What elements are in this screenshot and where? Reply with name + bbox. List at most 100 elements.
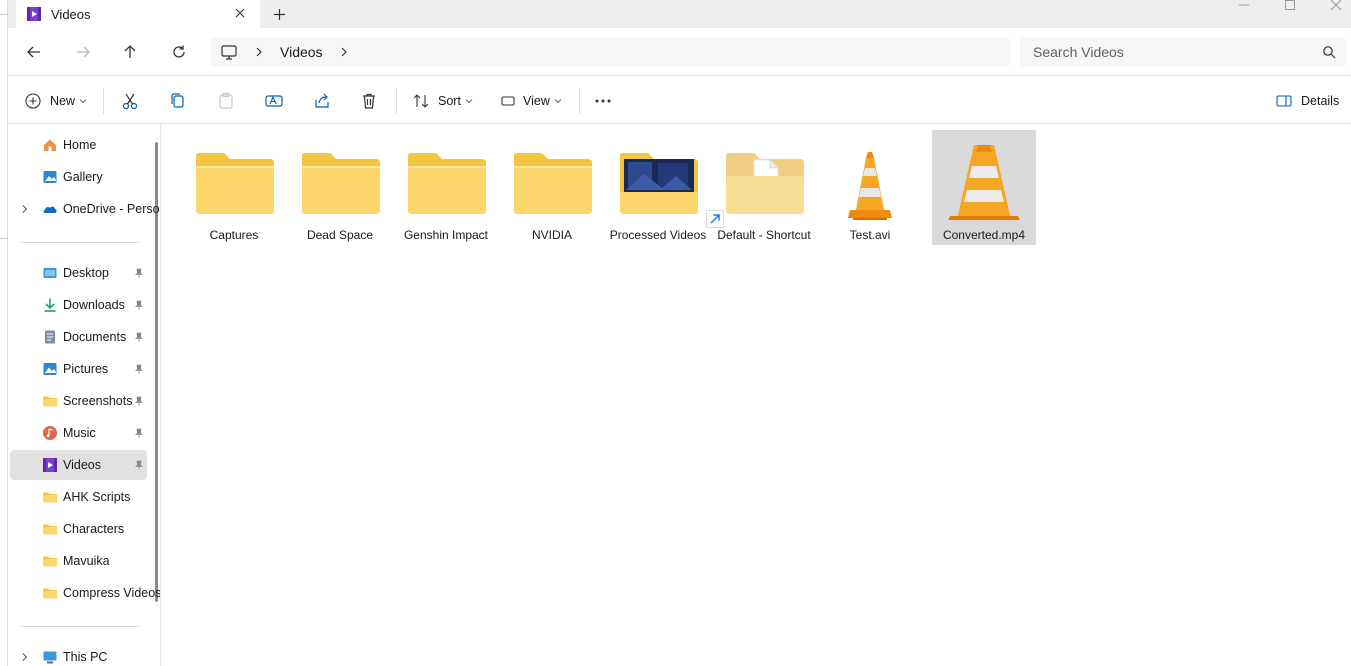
file-name: Processed Videos	[609, 228, 707, 242]
shortcut-item[interactable]: Default - Shortcut	[706, 130, 816, 245]
pictures-icon	[43, 363, 57, 375]
sidebar-item-documents[interactable]: Documents	[10, 322, 147, 352]
file-name: Captures	[209, 228, 259, 242]
sidebar-item-gallery[interactable]: Gallery	[10, 162, 147, 192]
folder-item[interactable]: Genshin Impact	[394, 130, 498, 245]
details-label: Details	[1301, 94, 1340, 108]
sidebar-item-characters[interactable]: Characters	[10, 514, 147, 544]
folder-item[interactable]: Processed Videos	[606, 130, 710, 245]
navigation-pane[interactable]: Home Gallery OneDrive - Personal Desktop…	[8, 124, 161, 666]
folder-shortcut-icon	[726, 153, 804, 214]
refresh-button[interactable]	[167, 40, 191, 64]
video-file-item[interactable]: Test.avi	[818, 130, 922, 245]
forward-button[interactable]	[71, 40, 95, 64]
new-button[interactable]: New	[25, 89, 87, 113]
folder-item[interactable]: Dead Space	[288, 130, 392, 245]
title-bar: Videos	[8, 0, 1351, 28]
up-button[interactable]	[118, 40, 142, 64]
tab-title: Videos	[51, 6, 91, 22]
copy-button[interactable]	[169, 89, 187, 113]
sidebar-item-desktop[interactable]: Desktop	[10, 258, 147, 288]
search-input[interactable]: Search Videos	[1033, 44, 1322, 60]
minimize-button[interactable]	[1221, 0, 1267, 12]
cut-button[interactable]	[121, 89, 139, 113]
share-icon	[315, 93, 329, 108]
chevron-down-icon	[79, 99, 87, 104]
pin-icon[interactable]	[134, 364, 144, 374]
file-name: Default - Shortcut	[717, 228, 811, 242]
file-explorer-window: Videos Videos Search Videos New Sort Vie…	[8, 0, 1351, 666]
sidebar-item-label: OneDrive - Personal	[63, 202, 160, 216]
sidebar-item-home[interactable]: Home	[10, 130, 147, 160]
sidebar-item-music[interactable]: Music	[10, 418, 147, 448]
chevron-right-icon[interactable]	[337, 45, 351, 59]
close-window-button[interactable]	[1313, 0, 1351, 12]
breadcrumb-videos[interactable]: Videos	[280, 44, 323, 60]
address-bar[interactable]: Videos	[210, 37, 1010, 67]
folder-icon	[514, 153, 592, 214]
arrow-left-icon	[27, 46, 40, 58]
sidebar-item-label: Documents	[63, 330, 127, 344]
video-file-item-selected[interactable]: Converted.mp4	[932, 130, 1036, 245]
file-list[interactable]: Captures Dead Space Genshin Impact NVIDI…	[162, 124, 1351, 666]
sidebar-item-compress-videos[interactable]: Compress Videos	[10, 578, 160, 608]
chevron-right-icon[interactable]	[252, 45, 266, 59]
close-tab-icon[interactable]	[230, 3, 250, 23]
new-tab-button[interactable]	[268, 3, 290, 25]
pin-icon[interactable]	[134, 460, 144, 470]
divider	[20, 626, 140, 627]
sidebar-item-mavuika[interactable]: Mavuika	[10, 546, 147, 576]
search-box[interactable]: Search Videos	[1020, 37, 1346, 67]
sidebar-item-this-pc[interactable]: This PC	[10, 642, 147, 666]
maximize-button[interactable]	[1267, 0, 1313, 12]
arrow-up-icon	[124, 45, 136, 58]
explorer-tab[interactable]: Videos	[16, 0, 260, 28]
more-options-button[interactable]	[594, 89, 612, 113]
sidebar-item-screenshots[interactable]: Screenshots	[10, 386, 147, 416]
folder-item[interactable]: NVIDIA	[500, 130, 604, 245]
sidebar-item-ahk-scripts[interactable]: AHK Scripts	[10, 482, 147, 512]
view-label: View	[523, 94, 550, 108]
pin-icon[interactable]	[134, 268, 144, 278]
pin-icon[interactable]	[134, 396, 144, 406]
pin-icon[interactable]	[134, 300, 144, 310]
sidebar-item-pictures[interactable]: Pictures	[10, 354, 147, 384]
sidebar-item-downloads[interactable]: Downloads	[10, 290, 147, 320]
chevron-right-icon[interactable]	[20, 204, 30, 214]
back-button[interactable]	[22, 40, 46, 64]
sidebar-item-label: Music	[63, 426, 96, 440]
view-button[interactable]: View	[500, 89, 562, 113]
folder-icon	[43, 524, 57, 535]
rename-button[interactable]	[265, 89, 283, 113]
sidebar-item-onedrive[interactable]: OneDrive - Personal	[10, 194, 160, 224]
folder-icon	[196, 153, 274, 214]
sidebar-item-label: This PC	[63, 650, 108, 664]
folder-icon	[43, 492, 57, 503]
search-icon	[1323, 46, 1336, 59]
this-pc-icon	[43, 651, 57, 664]
pin-icon[interactable]	[134, 428, 144, 438]
sort-button[interactable]: Sort	[413, 89, 473, 113]
pin-icon[interactable]	[134, 332, 144, 342]
sidebar-item-label: Screenshots	[63, 394, 133, 408]
details-button[interactable]: Details	[1276, 89, 1339, 113]
command-bar: New Sort View Details	[8, 77, 1351, 124]
refresh-icon	[173, 45, 185, 58]
file-name: Genshin Impact	[403, 228, 489, 242]
paste-button[interactable]	[217, 89, 235, 113]
sidebar-item-videos[interactable]: Videos	[10, 450, 147, 480]
music-icon	[43, 426, 57, 440]
sidebar-item-label: Downloads	[63, 298, 125, 312]
navigation-bar: Videos Search Videos	[8, 28, 1351, 76]
folder-item[interactable]: Captures	[182, 130, 286, 245]
share-button[interactable]	[313, 89, 331, 113]
vlc-cone-icon	[948, 145, 1020, 220]
sort-icon	[413, 94, 429, 108]
shortcut-arrow-icon	[706, 210, 724, 228]
sidebar-item-label: Gallery	[63, 170, 103, 184]
documents-icon	[45, 330, 55, 344]
delete-button[interactable]	[360, 89, 378, 113]
chevron-right-icon[interactable]	[20, 652, 30, 662]
vlc-cone-icon	[848, 152, 892, 220]
videos-icon	[43, 458, 57, 472]
